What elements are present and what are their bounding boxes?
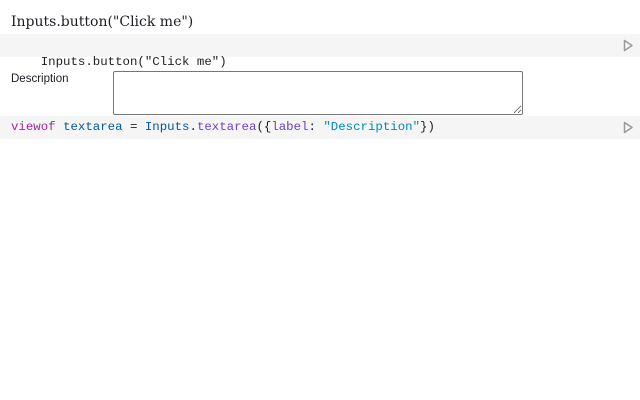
code-token-variable: textarea <box>63 120 123 134</box>
code-token: }) <box>420 120 435 134</box>
code-token-keyword: viewof <box>11 120 56 134</box>
description-textarea[interactable] <box>113 71 523 115</box>
run-cell-button[interactable] <box>622 121 634 134</box>
code-token: ({ <box>256 120 272 134</box>
textarea-label: Description <box>11 73 69 85</box>
code-token-string: "Description" <box>323 120 421 134</box>
play-icon <box>623 39 633 52</box>
code-cell[interactable]: viewof textarea = Inputs.textarea({label… <box>0 116 640 139</box>
code-token: . <box>189 120 197 134</box>
code-text[interactable]: viewof textarea = Inputs.textarea({label… <box>11 119 435 136</box>
code-token: = <box>122 120 145 134</box>
code-token-variable: Inputs <box>144 120 190 134</box>
code-token-property: textarea <box>196 120 257 134</box>
code-token: : <box>308 120 324 134</box>
play-icon <box>623 121 633 134</box>
code-token-property: label <box>271 120 309 134</box>
cell-output-title: Inputs.button("Click me") <box>11 14 194 30</box>
run-cell-button[interactable] <box>622 39 634 52</box>
code-cell[interactable]: Inputs.button("Click me") <box>0 34 640 69</box>
code-token: Inputs.button("Click me") <box>40 55 227 69</box>
